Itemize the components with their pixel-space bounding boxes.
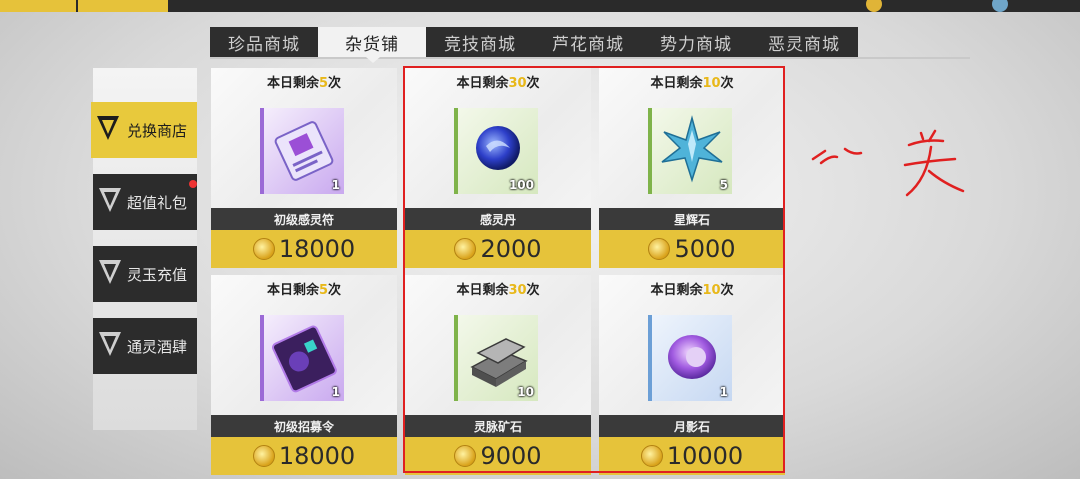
- sidebar-item-spirit-tavern[interactable]: 通灵酒肆: [93, 318, 197, 374]
- item-name: 月影石: [599, 415, 785, 437]
- price-button[interactable]: 10000: [599, 437, 785, 475]
- item-frame: 1: [260, 108, 344, 194]
- product-card[interactable]: 本日剩余10次 1 月影石 10000: [599, 275, 785, 475]
- price-value: 18000: [278, 235, 356, 263]
- tab-arena-shop[interactable]: 竞技商城: [426, 27, 534, 57]
- jade-currency-icon: [992, 0, 1008, 12]
- item-count: 1: [719, 385, 728, 399]
- price-value: 9000: [480, 442, 542, 470]
- tab-treasure-shop[interactable]: 珍品商城: [210, 27, 318, 57]
- item-count: 100: [508, 178, 534, 192]
- item-name: 初级感灵符: [211, 208, 397, 230]
- active-tab-pointer: [366, 57, 380, 63]
- item-count: 1: [331, 385, 340, 399]
- item-frame: 1: [260, 315, 344, 401]
- item-name: 初级招募令: [211, 415, 397, 437]
- notification-badge: [189, 180, 197, 188]
- shop-logo-icon: [99, 188, 121, 212]
- price-value: 2000: [480, 235, 542, 263]
- price-value: 10000: [666, 442, 744, 470]
- shop-logo-icon: [99, 260, 121, 284]
- item-frame: 1: [648, 315, 732, 401]
- item-count: 1: [331, 178, 340, 192]
- sidebar-item-label: 通灵酒肆: [126, 337, 187, 356]
- coin-icon: [640, 445, 663, 467]
- item-count: 5: [719, 178, 728, 192]
- price-button[interactable]: 9000: [405, 437, 591, 475]
- coin-icon: [454, 445, 477, 467]
- sidebar-item-jade-recharge[interactable]: 灵玉充值: [93, 246, 197, 302]
- gold-coin-icon: [866, 0, 882, 12]
- product-card[interactable]: 本日剩余5次 1 初级感灵符 18000: [211, 68, 397, 268]
- price-value: 18000: [278, 442, 356, 470]
- price-button[interactable]: 18000: [211, 437, 397, 475]
- sidebar-item-label: 超值礼包: [126, 193, 187, 212]
- product-card[interactable]: 本日剩余5次 1 初级招募令 18000: [211, 275, 397, 475]
- daily-limit: 本日剩余5次: [266, 76, 342, 91]
- sidebar-item-exchange-shop[interactable]: 兑换商店: [91, 102, 197, 158]
- daily-limit: 本日剩余10次: [650, 76, 734, 91]
- daily-limit: 本日剩余10次: [650, 283, 734, 298]
- shop-logo-icon: [97, 116, 119, 140]
- menu-button[interactable]: [78, 0, 168, 12]
- price-button[interactable]: 2000: [405, 230, 591, 268]
- coin-icon: [252, 445, 275, 467]
- product-card[interactable]: 本日剩余10次 5 星辉石 5000: [599, 68, 785, 268]
- shop-tabs: 珍品商城 杂货铺 竞技商城 芦花商城 势力商城 恶灵商城: [210, 27, 858, 57]
- item-name: 灵脉矿石: [405, 415, 591, 437]
- product-card[interactable]: 本日剩余30次 10 灵脉矿石 9000: [405, 275, 591, 475]
- coin-icon: [648, 238, 671, 260]
- daily-limit: 本日剩余5次: [266, 283, 342, 298]
- tab-reed-shop[interactable]: 芦花商城: [534, 27, 642, 57]
- item-frame: 10: [454, 315, 538, 401]
- sidebar: 兑换商店 超值礼包 灵玉充值 通灵酒肆: [91, 68, 197, 430]
- sidebar-item-value-pack[interactable]: 超值礼包: [93, 174, 197, 230]
- sidebar-item-label: 灵玉充值: [126, 265, 187, 284]
- product-card[interactable]: 本日剩余30次 100 感灵丹 2000: [405, 68, 591, 268]
- sidebar-item-label: 兑换商店: [126, 121, 187, 140]
- top-bar: [0, 0, 1080, 12]
- tab-divider: [210, 57, 970, 59]
- price-button[interactable]: 5000: [599, 230, 785, 268]
- coin-icon: [252, 238, 275, 260]
- tab-evil-spirit-shop[interactable]: 恶灵商城: [750, 27, 858, 57]
- daily-limit: 本日剩余30次: [456, 76, 540, 91]
- item-name: 星辉石: [599, 208, 785, 230]
- item-name: 感灵丹: [405, 208, 591, 230]
- shop-logo-icon: [99, 332, 121, 356]
- item-frame: 100: [454, 108, 538, 194]
- tab-faction-shop[interactable]: 势力商城: [642, 27, 750, 57]
- item-frame: 5: [648, 108, 732, 194]
- daily-limit: 本日剩余30次: [456, 283, 540, 298]
- price-button[interactable]: 18000: [211, 230, 397, 268]
- back-button[interactable]: [0, 0, 76, 12]
- coin-icon: [454, 238, 477, 260]
- price-value: 5000: [674, 235, 736, 263]
- handwritten-annotation: [811, 129, 965, 197]
- tab-general-store[interactable]: 杂货铺: [318, 27, 426, 57]
- item-count: 10: [517, 385, 534, 399]
